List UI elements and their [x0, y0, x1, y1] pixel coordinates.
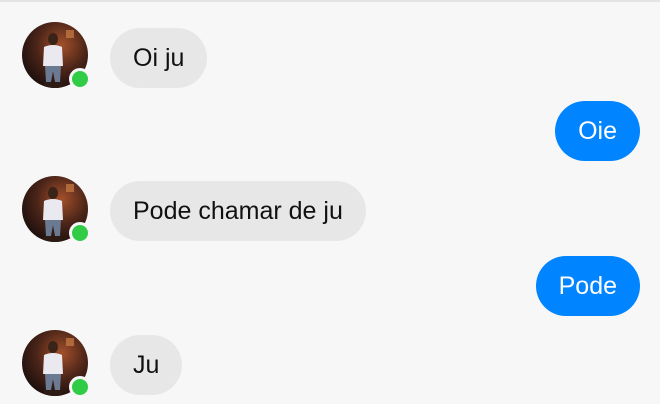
message-bubble-outgoing[interactable]: Pode: [535, 256, 640, 316]
contact-avatar[interactable]: [22, 176, 91, 244]
message-bubble-outgoing[interactable]: Oie: [555, 101, 640, 161]
message-bubble-incoming[interactable]: Oi ju: [110, 28, 208, 88]
top-divider: [0, 0, 660, 2]
online-dot-icon: [69, 222, 91, 244]
message-bubble-incoming[interactable]: Pode chamar de ju: [110, 181, 366, 241]
online-dot-icon: [69, 68, 91, 90]
message-bubble-incoming[interactable]: Ju: [110, 335, 183, 395]
contact-avatar[interactable]: [22, 330, 91, 398]
contact-avatar[interactable]: [22, 22, 91, 90]
online-dot-icon: [69, 376, 91, 398]
